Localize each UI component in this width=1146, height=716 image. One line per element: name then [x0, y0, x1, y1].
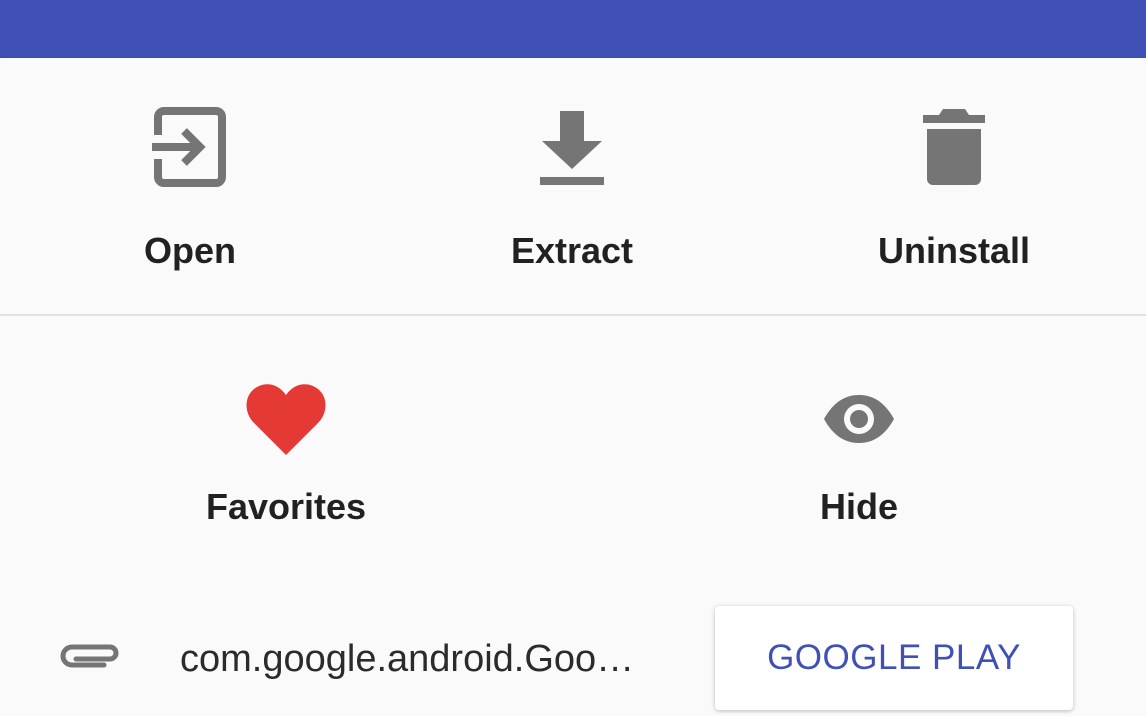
- actions-row-secondary: Favorites Hide: [0, 316, 1146, 566]
- download-icon: [527, 102, 617, 192]
- hide-label: Hide: [819, 486, 898, 527]
- app-actions-panel: Open Extract Uninstall Favorites Hide: [0, 58, 1146, 566]
- extract-label: Extract: [510, 230, 634, 271]
- hide-action[interactable]: Hide: [759, 374, 959, 528]
- trash-icon: [909, 102, 999, 192]
- app-bar: [0, 0, 1146, 58]
- uninstall-label: Uninstall: [877, 230, 1030, 271]
- actions-row-primary: Open Extract Uninstall: [0, 58, 1146, 316]
- favorites-label: Favorites: [205, 486, 367, 527]
- open-action[interactable]: Open: [90, 102, 290, 272]
- paperclip-icon: [58, 637, 122, 677]
- open-in-icon: [145, 102, 235, 192]
- package-name: com.google.android.Goo…: [180, 638, 635, 680]
- uninstall-action[interactable]: Uninstall: [844, 102, 1064, 272]
- extract-action[interactable]: Extract: [472, 102, 672, 272]
- google-play-button[interactable]: GOOGLE PLAY: [715, 606, 1073, 710]
- open-label: Open: [143, 230, 236, 271]
- favorites-action[interactable]: Favorites: [176, 374, 396, 528]
- heart-icon: [241, 374, 331, 464]
- eye-icon: [814, 374, 904, 464]
